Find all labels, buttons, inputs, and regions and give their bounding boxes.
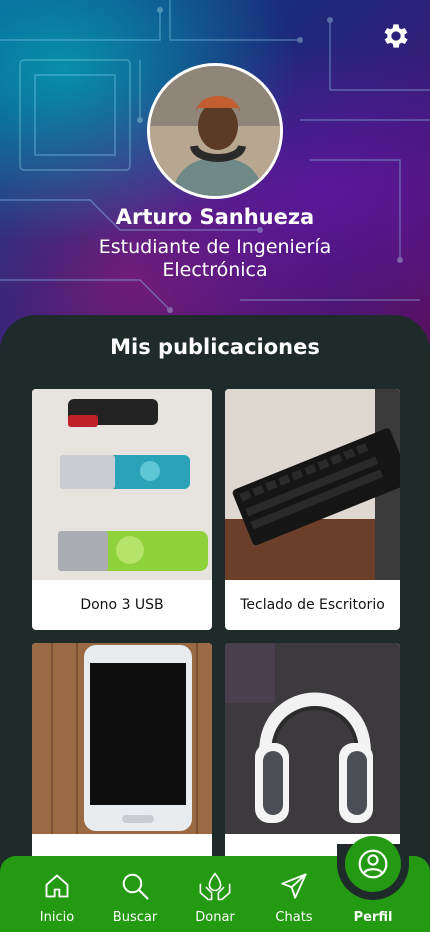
nav-label: Chats bbox=[275, 910, 313, 925]
profile-header: Arturo Sanhueza Estudiante de Ingeniería… bbox=[0, 0, 430, 345]
nav-label: Buscar bbox=[112, 910, 158, 925]
gear-icon bbox=[384, 24, 408, 48]
nav-label: Donar bbox=[195, 910, 235, 925]
publication-title: Teclado de Escritorio bbox=[240, 597, 385, 613]
publication-card[interactable]: Teclado de Escritorio bbox=[225, 389, 400, 630]
publication-title: Dono 3 USB bbox=[80, 597, 164, 613]
search-icon bbox=[122, 873, 149, 900]
bottom-navigation: Inicio Buscar Donar Chats Perfil bbox=[0, 836, 430, 932]
publication-image bbox=[32, 643, 212, 834]
nav-label: Perfil bbox=[353, 910, 393, 925]
nav-item-perfil[interactable]: Perfil bbox=[337, 856, 409, 932]
publication-card[interactable] bbox=[32, 643, 212, 884]
user-role: Estudiante de Ingeniería Electrónica bbox=[98, 236, 332, 281]
home-icon bbox=[45, 874, 69, 898]
user-name: Arturo Sanhueza bbox=[115, 205, 315, 229]
section-title: Mis publicaciones bbox=[110, 335, 320, 359]
nav-label: Inicio bbox=[39, 910, 75, 925]
settings-button[interactable] bbox=[378, 18, 414, 54]
nav-item-inicio[interactable]: Inicio bbox=[21, 856, 93, 932]
nav-item-buscar[interactable]: Buscar bbox=[99, 856, 171, 932]
nav-item-donar[interactable]: Donar bbox=[179, 856, 251, 932]
avatar-photo bbox=[150, 66, 280, 196]
donate-icon bbox=[199, 872, 231, 901]
publication-image bbox=[225, 389, 400, 580]
avatar[interactable] bbox=[147, 63, 283, 199]
publication-image bbox=[225, 643, 400, 834]
send-icon bbox=[281, 873, 307, 899]
publication-image bbox=[32, 389, 212, 580]
nav-item-chats[interactable]: Chats bbox=[258, 856, 330, 932]
publication-card[interactable]: Dono 3 USB bbox=[32, 389, 212, 630]
